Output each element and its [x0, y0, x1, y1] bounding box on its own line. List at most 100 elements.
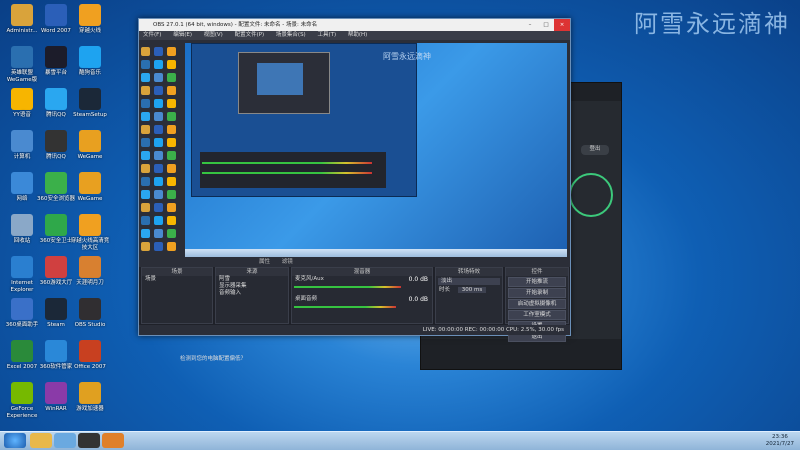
- sources-dock: 来源 阿雪 显示器采集 音频输入: [215, 267, 289, 324]
- preview-mini-icon: [154, 216, 163, 225]
- mixer-dock-title: 混音器: [292, 268, 432, 276]
- taskbar-time: 23:36: [771, 434, 788, 440]
- mixer-track-db: 0.0 dB: [408, 296, 428, 303]
- nested-obs-window: [238, 52, 330, 114]
- maximize-icon[interactable]: □: [538, 19, 554, 31]
- duration-input[interactable]: 300 ms: [457, 287, 487, 293]
- scene-item[interactable]: 场景: [142, 276, 212, 283]
- app-icon: [45, 46, 67, 68]
- desktop-icon[interactable]: SteamSetup: [70, 88, 110, 119]
- preview-mini-icon: [167, 112, 176, 121]
- menu-help[interactable]: 帮助(H): [348, 32, 367, 38]
- logout-button[interactable]: 登出: [581, 145, 609, 155]
- volume-meter: [294, 286, 402, 288]
- preview-mini-icon: [154, 151, 163, 160]
- app-icon: [45, 88, 67, 110]
- taskbar-explorer[interactable]: [30, 433, 52, 448]
- preview-mini-icon: [154, 60, 163, 69]
- menu-edit[interactable]: 编辑(E): [173, 32, 192, 38]
- app-icon: [11, 172, 33, 194]
- desktop-icon[interactable]: WeGame: [70, 172, 110, 203]
- desktop-icon[interactable]: OBS Studio: [70, 298, 110, 329]
- preview-mini-icon: [154, 190, 163, 199]
- preview-mini-icon: [154, 242, 163, 251]
- virtual-camera-button[interactable]: 启动虚拟摄像机: [508, 299, 566, 309]
- desktop-icon[interactable]: 穿越火线: [70, 4, 110, 35]
- taskbar-date: 2021/7/27: [765, 441, 794, 447]
- preview-mini-icon: [167, 229, 176, 238]
- taskbar-ie[interactable]: [54, 433, 76, 448]
- preview-mini-icon: [141, 125, 150, 134]
- preview-mini-icon: [154, 138, 163, 147]
- minimize-icon[interactable]: –: [522, 19, 538, 31]
- preview-mini-icon: [167, 125, 176, 134]
- desktop-icon[interactable]: 游戏加速器: [70, 382, 110, 413]
- taskbar-obs[interactable]: [78, 433, 100, 448]
- mixer-track-db: 0.0 dB: [408, 276, 428, 283]
- start-button[interactable]: [4, 433, 26, 448]
- mixer-track: 桌面音频 0.0 dB: [292, 296, 432, 316]
- desktop-icon-label: WeGame: [77, 154, 103, 160]
- preview-mini-icon: [154, 112, 163, 121]
- preview-mini-icon: [167, 242, 176, 251]
- desktop-icon[interactable]: 天涯明月刀: [70, 256, 110, 287]
- preview-mini-icon: [141, 190, 150, 199]
- preview-mini-icon: [167, 177, 176, 186]
- source-item[interactable]: 音频输入: [216, 290, 288, 297]
- source-item[interactable]: 显示器采集: [216, 283, 288, 290]
- menu-tools[interactable]: 工具(T): [317, 32, 336, 38]
- preview-mini-icon: [141, 138, 150, 147]
- preview-canvas[interactable]: 阿雪永远滴神: [185, 43, 567, 257]
- app-icon: [45, 382, 67, 404]
- duration-row: 时长 300 ms: [436, 287, 502, 294]
- desktop-icon-label: SteamSetup: [73, 112, 107, 118]
- app-icon: [79, 214, 101, 236]
- preview-mini-icon: [141, 151, 150, 160]
- preview-mini-icon: [141, 229, 150, 238]
- preview-mini-icon: [167, 151, 176, 160]
- menu-profile[interactable]: 配置文件(P): [235, 32, 265, 38]
- app-icon: [79, 382, 101, 404]
- scenes-dock: 场景 场景: [141, 267, 213, 324]
- desktop-icon[interactable]: Office 2007: [70, 340, 110, 371]
- preview-mini-icon: [167, 203, 176, 212]
- start-streaming-button[interactable]: 开始推流: [508, 277, 566, 287]
- preview-taskbar: [185, 249, 567, 257]
- preview-watermark: 阿雪永远滴神: [383, 52, 431, 61]
- nested-meter-1: [202, 162, 372, 164]
- watermark-text: 阿雪永远滴神: [634, 10, 790, 38]
- desktop-icon-label: WeGame: [77, 196, 103, 202]
- close-icon[interactable]: ×: [554, 19, 570, 31]
- desktop-icon[interactable]: 酷狗音乐: [70, 46, 110, 77]
- status-bar: LIVE: 00:00:00 REC: 00:00:00 CPU: 2.5%, …: [139, 325, 570, 335]
- menu-scene-collection[interactable]: 场景集合(S): [276, 32, 306, 38]
- menu-file[interactable]: 文件(F): [143, 32, 161, 38]
- desktop-icon[interactable]: 穿越火线高清竞技大区: [70, 214, 110, 252]
- menu-view[interactable]: 视图(V): [204, 32, 223, 38]
- preview-mini-icon: [141, 99, 150, 108]
- taskbar-app[interactable]: [102, 433, 124, 448]
- preview-mini-icon: [154, 164, 163, 173]
- properties-button[interactable]: 属性: [259, 259, 270, 265]
- transition-select[interactable]: 淡出: [438, 278, 500, 285]
- app-icon: [45, 256, 67, 278]
- taskbar: 23:36 2021/7/27: [0, 431, 800, 450]
- preview-mini-icon: [141, 164, 150, 173]
- source-toolbar: 属性 滤镜: [139, 257, 570, 267]
- desktop-icon[interactable]: WeGame: [70, 130, 110, 161]
- source-item[interactable]: 阿雪: [216, 276, 288, 283]
- preview-mini-icon: [167, 73, 176, 82]
- app-icon: [11, 256, 33, 278]
- app-icon: [79, 130, 101, 152]
- obs-menubar: 文件(F) 编辑(E) 视图(V) 配置文件(P) 场景集合(S) 工具(T) …: [139, 31, 570, 40]
- preview-mini-icon: [167, 190, 176, 199]
- preview-mini-icon: [167, 86, 176, 95]
- app-icon: [79, 4, 101, 26]
- preview-mini-icon: [167, 60, 176, 69]
- duration-label: 时长: [439, 287, 451, 293]
- start-recording-button[interactable]: 开始录制: [508, 288, 566, 298]
- app-icon: [79, 256, 101, 278]
- filters-button[interactable]: 滤镜: [282, 259, 293, 265]
- studio-mode-button[interactable]: 工作室模式: [508, 310, 566, 320]
- obs-window[interactable]: OBS 27.0.1 (64 bit, windows) - 配置文件: 未命名…: [138, 18, 571, 342]
